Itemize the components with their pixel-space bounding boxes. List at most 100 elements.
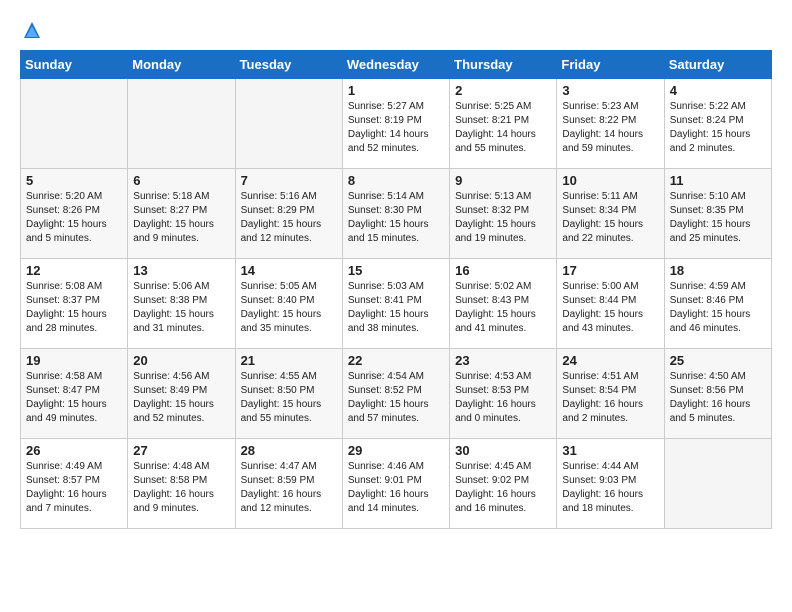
logo: [20, 20, 42, 40]
day-info: Sunrise: 5:27 AM Sunset: 8:19 PM Dayligh…: [348, 100, 444, 156]
day-info: Sunrise: 4:45 AM Sunset: 9:02 PM Dayligh…: [455, 460, 551, 516]
day-info: Sunrise: 4:51 AM Sunset: 8:54 PM Dayligh…: [562, 370, 658, 426]
col-header-monday: Monday: [128, 51, 235, 79]
day-info: Sunrise: 4:47 AM Sunset: 8:59 PM Dayligh…: [241, 460, 337, 516]
day-number: 4: [670, 83, 766, 98]
calendar-cell: 24Sunrise: 4:51 AM Sunset: 8:54 PM Dayli…: [557, 349, 664, 439]
col-header-tuesday: Tuesday: [235, 51, 342, 79]
calendar-week-5: 26Sunrise: 4:49 AM Sunset: 8:57 PM Dayli…: [21, 439, 772, 529]
day-info: Sunrise: 5:13 AM Sunset: 8:32 PM Dayligh…: [455, 190, 551, 246]
day-number: 9: [455, 173, 551, 188]
col-header-sunday: Sunday: [21, 51, 128, 79]
calendar-cell: 15Sunrise: 5:03 AM Sunset: 8:41 PM Dayli…: [342, 259, 449, 349]
calendar-week-2: 5Sunrise: 5:20 AM Sunset: 8:26 PM Daylig…: [21, 169, 772, 259]
day-number: 7: [241, 173, 337, 188]
calendar-cell: 27 Sunrise: 4:48 AM Sunset: 8:58 PM Dayli…: [128, 439, 235, 529]
day-number: 6: [133, 173, 229, 188]
day-info: Sunrise: 5:16 AM Sunset: 8:29 PM Dayligh…: [241, 190, 337, 246]
day-info: Sunrise: 5:08 AM Sunset: 8:37 PM Dayligh…: [26, 280, 122, 336]
calendar-cell: 4 Sunrise: 5:22 AM Sunset: 8:24 PM Daylig…: [664, 79, 771, 169]
calendar-cell: 11 Sunrise: 5:10 AM Sunset: 8:35 PM Dayli…: [664, 169, 771, 259]
day-info: Sunrise: 5:11 AM Sunset: 8:34 PM Dayligh…: [562, 190, 658, 246]
calendar-cell: 13 Sunrise: 5:06 AM Sunset: 8:38 PM Dayli…: [128, 259, 235, 349]
calendar-cell: 7 Sunrise: 5:16 AM Sunset: 8:29 PM Daylig…: [235, 169, 342, 259]
day-info: Sunrise: 5:25 AM Sunset: 8:21 PM Dayligh…: [455, 100, 551, 156]
calendar-cell: 26Sunrise: 4:49 AM Sunset: 8:57 PM Dayli…: [21, 439, 128, 529]
day-number: 10: [562, 173, 658, 188]
page-header: [20, 20, 772, 40]
calendar-table: SundayMondayTuesdayWednesdayThursdayFrid…: [20, 50, 772, 529]
day-info: Sunrise: 5:05 AM Sunset: 8:40 PM Dayligh…: [241, 280, 337, 336]
day-number: 22: [348, 353, 444, 368]
day-number: 17: [562, 263, 658, 278]
day-number: 21: [241, 353, 337, 368]
calendar-cell: 21 Sunrise: 4:55 AM Sunset: 8:50 PM Dayli…: [235, 349, 342, 439]
day-number: 18: [670, 263, 766, 278]
day-number: 3: [562, 83, 658, 98]
day-number: 2: [455, 83, 551, 98]
calendar-cell: 1Sunrise: 5:27 AM Sunset: 8:19 PM Daylig…: [342, 79, 449, 169]
day-number: 28: [241, 443, 337, 458]
calendar-cell: 17 Sunrise: 5:00 AM Sunset: 8:44 PM Dayli…: [557, 259, 664, 349]
calendar-cell: 9 Sunrise: 5:13 AM Sunset: 8:32 PM Daylig…: [450, 169, 557, 259]
logo-icon: [22, 20, 42, 40]
day-number: 31: [562, 443, 658, 458]
calendar-cell: 31 Sunrise: 4:44 AM Sunset: 9:03 PM Dayli…: [557, 439, 664, 529]
calendar-cell: [664, 439, 771, 529]
day-number: 15: [348, 263, 444, 278]
day-number: 27: [133, 443, 229, 458]
calendar-cell: 8 Sunrise: 5:14 AM Sunset: 8:30 PM Daylig…: [342, 169, 449, 259]
day-info: Sunrise: 5:00 AM Sunset: 8:44 PM Dayligh…: [562, 280, 658, 336]
day-info: Sunrise: 5:10 AM Sunset: 8:35 PM Dayligh…: [670, 190, 766, 246]
day-number: 13: [133, 263, 229, 278]
calendar-cell: 25Sunrise: 4:50 AM Sunset: 8:56 PM Dayli…: [664, 349, 771, 439]
calendar-cell: 30 Sunrise: 4:45 AM Sunset: 9:02 PM Dayli…: [450, 439, 557, 529]
calendar-cell: 5Sunrise: 5:20 AM Sunset: 8:26 PM Daylig…: [21, 169, 128, 259]
col-header-thursday: Thursday: [450, 51, 557, 79]
col-header-wednesday: Wednesday: [342, 51, 449, 79]
day-number: 14: [241, 263, 337, 278]
day-info: Sunrise: 4:58 AM Sunset: 8:47 PM Dayligh…: [26, 370, 122, 426]
calendar-week-4: 19Sunrise: 4:58 AM Sunset: 8:47 PM Dayli…: [21, 349, 772, 439]
calendar-cell: [21, 79, 128, 169]
day-info: Sunrise: 5:02 AM Sunset: 8:43 PM Dayligh…: [455, 280, 551, 336]
day-info: Sunrise: 5:14 AM Sunset: 8:30 PM Dayligh…: [348, 190, 444, 246]
calendar-cell: 10 Sunrise: 5:11 AM Sunset: 8:34 PM Dayli…: [557, 169, 664, 259]
calendar-cell: 22 Sunrise: 4:54 AM Sunset: 8:52 PM Dayli…: [342, 349, 449, 439]
day-info: Sunrise: 4:44 AM Sunset: 9:03 PM Dayligh…: [562, 460, 658, 516]
day-number: 25: [670, 353, 766, 368]
day-info: Sunrise: 4:55 AM Sunset: 8:50 PM Dayligh…: [241, 370, 337, 426]
calendar-week-1: 1Sunrise: 5:27 AM Sunset: 8:19 PM Daylig…: [21, 79, 772, 169]
day-number: 8: [348, 173, 444, 188]
day-number: 23: [455, 353, 551, 368]
day-number: 20: [133, 353, 229, 368]
calendar-cell: 3 Sunrise: 5:23 AM Sunset: 8:22 PM Daylig…: [557, 79, 664, 169]
calendar-cell: 6Sunrise: 5:18 AM Sunset: 8:27 PM Daylig…: [128, 169, 235, 259]
calendar-cell: [128, 79, 235, 169]
day-number: 11: [670, 173, 766, 188]
day-number: 29: [348, 443, 444, 458]
calendar-cell: [235, 79, 342, 169]
calendar-cell: 28 Sunrise: 4:47 AM Sunset: 8:59 PM Dayli…: [235, 439, 342, 529]
col-header-friday: Friday: [557, 51, 664, 79]
day-number: 30: [455, 443, 551, 458]
col-header-saturday: Saturday: [664, 51, 771, 79]
day-number: 16: [455, 263, 551, 278]
day-number: 5: [26, 173, 122, 188]
calendar-week-3: 12 Sunrise: 5:08 AM Sunset: 8:37 PM Dayli…: [21, 259, 772, 349]
calendar-cell: 18 Sunrise: 4:59 AM Sunset: 8:46 PM Dayli…: [664, 259, 771, 349]
day-info: Sunrise: 4:59 AM Sunset: 8:46 PM Dayligh…: [670, 280, 766, 336]
calendar-header-row: SundayMondayTuesdayWednesdayThursdayFrid…: [21, 51, 772, 79]
day-info: Sunrise: 4:46 AM Sunset: 9:01 PM Dayligh…: [348, 460, 444, 516]
day-info: Sunrise: 5:06 AM Sunset: 8:38 PM Dayligh…: [133, 280, 229, 336]
calendar-cell: 12 Sunrise: 5:08 AM Sunset: 8:37 PM Dayli…: [21, 259, 128, 349]
calendar-cell: 2 Sunrise: 5:25 AM Sunset: 8:21 PM Daylig…: [450, 79, 557, 169]
day-number: 12: [26, 263, 122, 278]
day-info: Sunrise: 4:53 AM Sunset: 8:53 PM Dayligh…: [455, 370, 551, 426]
day-info: Sunrise: 4:48 AM Sunset: 8:58 PM Dayligh…: [133, 460, 229, 516]
day-info: Sunrise: 5:22 AM Sunset: 8:24 PM Dayligh…: [670, 100, 766, 156]
calendar-cell: 20Sunrise: 4:56 AM Sunset: 8:49 PM Dayli…: [128, 349, 235, 439]
day-info: Sunrise: 4:54 AM Sunset: 8:52 PM Dayligh…: [348, 370, 444, 426]
calendar-cell: 14 Sunrise: 5:05 AM Sunset: 8:40 PM Dayli…: [235, 259, 342, 349]
day-info: Sunrise: 5:23 AM Sunset: 8:22 PM Dayligh…: [562, 100, 658, 156]
